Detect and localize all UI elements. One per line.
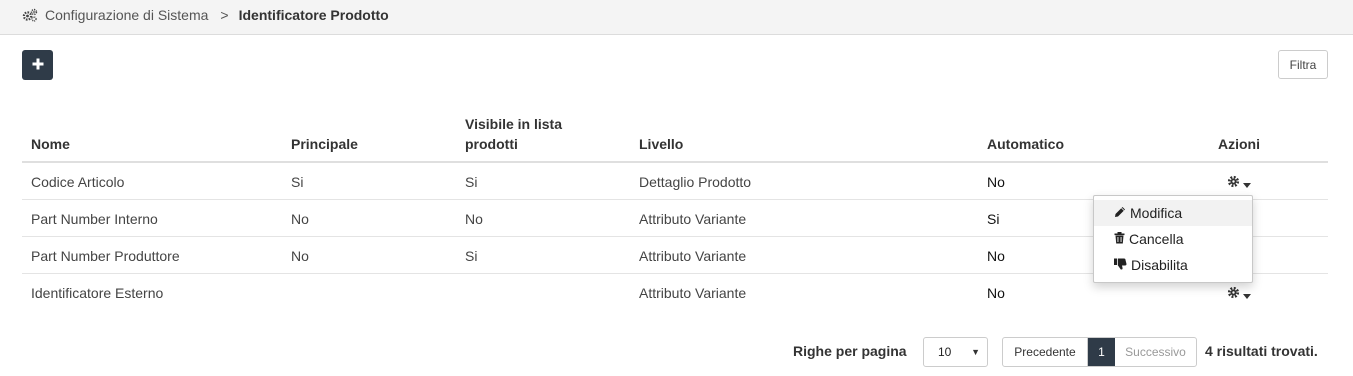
breadcrumb-parent-link[interactable]: Configurazione di Sistema: [45, 7, 208, 23]
previous-page-button[interactable]: Precedente: [1003, 338, 1088, 366]
pencil-icon: [1114, 205, 1130, 221]
menu-item-cancella[interactable]: Cancella: [1094, 226, 1252, 252]
cell-nome: Codice Articolo: [31, 174, 125, 190]
rows-per-page-value: 10: [938, 345, 952, 359]
gear-icon: [1227, 175, 1240, 191]
thumbs-down-icon: [1114, 257, 1131, 273]
menu-item-disabilita[interactable]: Disabilita: [1094, 252, 1252, 278]
cell-livello: Dettaglio Prodotto: [639, 174, 752, 190]
cell-visibile: Si: [465, 174, 478, 190]
row-actions-button[interactable]: [1227, 286, 1251, 302]
cell-automatico: No: [987, 248, 1005, 264]
breadcrumb-current: Identificatore Prodotto: [238, 7, 389, 23]
gear-icon: [1227, 286, 1240, 302]
header-visibile-line1: Visibile in lista: [465, 116, 563, 132]
cell-nome: Part Number Produttore: [31, 248, 180, 264]
row-actions-button[interactable]: [1227, 175, 1251, 191]
cell-automatico: No: [987, 285, 1005, 301]
cell-livello: Attributo Variante: [639, 285, 747, 301]
rows-per-page-label: Righe per pagina: [793, 343, 907, 359]
trash-icon: [1114, 231, 1129, 247]
cell-principale: No: [291, 248, 309, 264]
cell-principale: Si: [291, 174, 304, 190]
cell-automatico: Si: [987, 211, 1000, 227]
header-nome[interactable]: Nome: [31, 134, 70, 154]
row-actions-menu: Modifica Cancella Disabilita: [1093, 195, 1253, 283]
header-azioni: Azioni: [1218, 136, 1260, 152]
cell-visibile: Si: [465, 248, 478, 264]
menu-item-label: Modifica: [1130, 205, 1183, 221]
cell-visibile: No: [465, 211, 483, 227]
header-visibile[interactable]: Visibile in lista prodotti: [465, 114, 562, 154]
breadcrumb-separator: >: [220, 7, 229, 23]
menu-item-label: Disabilita: [1131, 257, 1188, 273]
rows-per-page-select[interactable]: 10 ▼: [923, 337, 988, 367]
cell-automatico: No: [987, 174, 1005, 190]
filter-button[interactable]: Filtra: [1278, 50, 1328, 79]
menu-item-modifica[interactable]: Modifica: [1094, 200, 1252, 226]
caret-down-icon: [1243, 286, 1251, 302]
cell-nome: Part Number Interno: [31, 211, 158, 227]
table-header: Nome Principale Visibile in lista prodot…: [22, 110, 1328, 163]
cogs-icon: [22, 8, 38, 22]
header-automatico[interactable]: Automatico: [987, 134, 1064, 154]
cell-principale: No: [291, 211, 309, 227]
breadcrumb: Configurazione di Sistema > Identificato…: [22, 6, 389, 24]
menu-item-label: Cancella: [1129, 231, 1184, 247]
plus-icon: [32, 57, 44, 73]
caret-down-icon: ▼: [971, 347, 980, 357]
cell-nome: Identificatore Esterno: [31, 285, 164, 301]
add-button[interactable]: [22, 50, 53, 80]
cell-livello: Attributo Variante: [639, 248, 747, 264]
pagination-bar: Righe per pagina 10 ▼ Precedente 1 Succe…: [0, 337, 1353, 367]
breadcrumb-bar: Configurazione di Sistema > Identificato…: [0, 0, 1353, 35]
page-1-button[interactable]: 1: [1088, 338, 1115, 366]
header-principale[interactable]: Principale: [291, 134, 358, 154]
header-visibile-line2: prodotti: [465, 136, 518, 152]
next-page-button[interactable]: Successivo: [1115, 338, 1196, 366]
cell-livello: Attributo Variante: [639, 211, 747, 227]
caret-down-icon: [1243, 175, 1251, 191]
results-count: 4 risultati trovati.: [1205, 343, 1318, 359]
header-livello[interactable]: Livello: [639, 134, 683, 154]
pagination-controls: Precedente 1 Successivo: [1002, 337, 1197, 367]
